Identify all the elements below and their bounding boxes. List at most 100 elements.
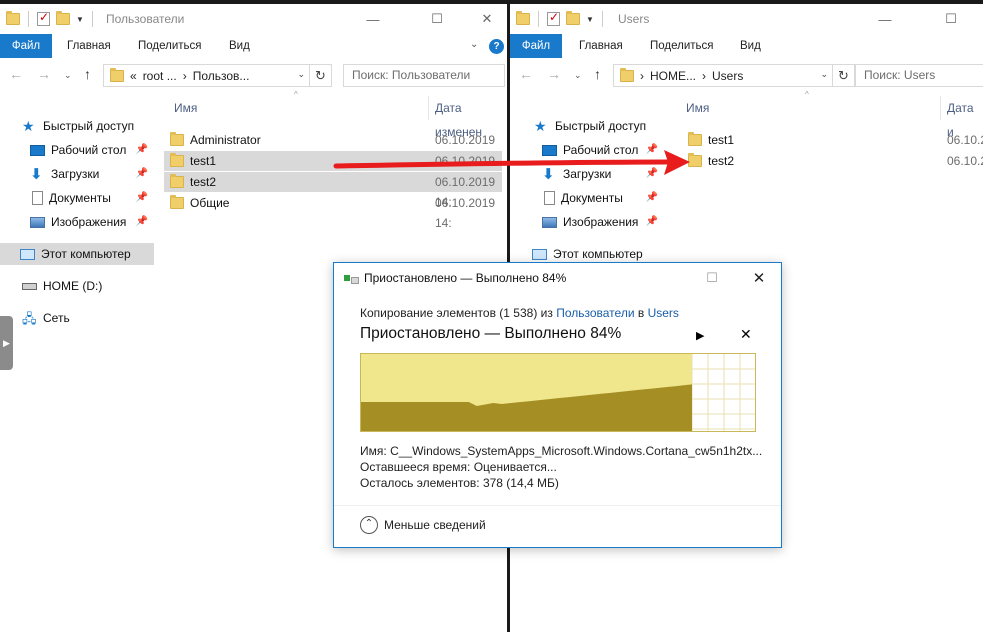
network-icon: 🖧	[22, 310, 37, 326]
sidebar-item-quick-access[interactable]: ★ Быстрый доступ	[0, 115, 154, 137]
new-folder-icon[interactable]	[566, 11, 580, 25]
copy-description: Копирование элементов (1 538) из Пользов…	[360, 306, 679, 320]
breadcrumb-root[interactable]: HOME...	[650, 69, 696, 83]
sidebar-item-this-pc[interactable]: Этот компьютер	[0, 243, 154, 265]
current-file-name: C__Windows_SystemApps_Microsoft.Windows.…	[390, 444, 763, 458]
sidebar-item-desktop[interactable]: Рабочий стол 📌	[0, 139, 154, 161]
forward-icon[interactable]: →	[547, 66, 561, 82]
sidebar-item-downloads[interactable]: ⬇ Загрузки 📌	[510, 163, 664, 185]
tab-view[interactable]: Вид	[728, 34, 773, 58]
tab-share[interactable]: Поделиться	[126, 34, 214, 58]
list-item[interactable]: test2	[688, 151, 734, 171]
folder-icon	[620, 67, 634, 82]
breadcrumb-root[interactable]: root ...	[143, 69, 177, 83]
minimize-button[interactable]: —	[350, 4, 396, 34]
back-icon[interactable]: ←	[9, 66, 23, 82]
pin-icon: 📌	[135, 168, 148, 179]
folder-icon	[170, 132, 184, 146]
chevron-right-icon: ›	[182, 68, 187, 83]
pin-icon: 📌	[135, 144, 148, 155]
column-header-name[interactable]: Имя	[174, 96, 197, 120]
maximize-button[interactable]: ☐	[414, 4, 460, 34]
source-link[interactable]: Пользователи	[556, 306, 634, 320]
address-row: ← → ⌄ ↑ › HOME... › Users ⌄ ↻ Поиск: Use…	[510, 62, 983, 88]
pin-icon: 📌	[645, 216, 658, 227]
chevron-down-icon[interactable]: ⌄	[820, 69, 828, 80]
document-icon	[544, 191, 555, 205]
star-icon: ★	[534, 118, 547, 134]
pin-icon: 📌	[135, 192, 148, 203]
refresh-icon[interactable]: ↻	[309, 65, 331, 86]
fewer-details-button[interactable]: ⌃ Меньше сведений	[360, 516, 486, 534]
sidebar-item-images[interactable]: Изображения 📌	[510, 211, 664, 233]
items-remaining-value: 378 (14,4 МБ)	[482, 476, 559, 490]
tab-home[interactable]: Главная	[567, 34, 635, 58]
breadcrumb-overflow[interactable]: «	[130, 69, 137, 83]
sidebar-item-quick-access[interactable]: ★ Быстрый доступ	[510, 115, 664, 137]
download-icon: ⬇	[30, 165, 43, 183]
quick-access-toolbar: ▼	[516, 10, 605, 27]
close-button[interactable]: ✕	[464, 4, 508, 34]
tab-view[interactable]: Вид	[217, 34, 262, 58]
navigation-pane: ★ Быстрый доступ Рабочий стол 📌 ⬇ Загруз…	[0, 100, 154, 632]
tab-file[interactable]: Файл	[0, 34, 52, 58]
computer-icon	[532, 248, 547, 260]
recent-locations-icon[interactable]: ⌄	[574, 70, 582, 81]
back-icon[interactable]: ←	[519, 66, 533, 82]
destination-link[interactable]: Users	[648, 306, 679, 320]
tab-file[interactable]: Файл	[510, 34, 562, 58]
minimize-button[interactable]: —	[862, 4, 908, 34]
recent-locations-icon[interactable]: ⌄	[64, 70, 72, 81]
download-icon: ⬇	[542, 165, 555, 183]
document-icon	[32, 191, 43, 205]
forward-icon[interactable]: →	[37, 66, 51, 82]
search-input[interactable]: Поиск: Пользователи	[343, 64, 505, 87]
column-header-name[interactable]: Имя	[686, 96, 709, 120]
search-input[interactable]: Поиск: Users	[855, 64, 983, 87]
side-panel-handle[interactable]: ▶	[0, 316, 13, 370]
chevron-up-icon: ⌃	[360, 516, 378, 534]
computer-icon	[20, 248, 35, 260]
drive-icon	[22, 282, 37, 290]
minimize-button[interactable]: ☐	[689, 263, 735, 293]
sidebar-item-drive-d[interactable]: HOME (D:)	[0, 275, 154, 297]
chevron-down-icon[interactable]: ⌄	[297, 69, 305, 80]
close-button[interactable]: ✕	[736, 263, 782, 293]
folder-icon	[6, 11, 20, 25]
sort-arrow-icon: ^	[805, 90, 809, 99]
help-icon[interactable]: ?	[489, 39, 504, 54]
refresh-icon[interactable]: ↻	[832, 65, 854, 86]
progress-status: Приостановлено — Выполнено 84%	[360, 325, 622, 342]
address-bar[interactable]: › HOME... › Users ⌄ ↻	[613, 64, 855, 87]
breadcrumb-current[interactable]: Пользов...	[193, 69, 250, 83]
tab-share[interactable]: Поделиться	[638, 34, 726, 58]
sidebar-item-network[interactable]: 🖧 Сеть	[0, 307, 154, 329]
new-folder-icon[interactable]	[56, 11, 70, 25]
address-row: ← → ⌄ ↑ « root ... › Пользов... ⌄ ↻ Поис…	[0, 62, 508, 88]
list-item[interactable]: test1	[688, 130, 734, 150]
column-header-date[interactable]: Дата изменен	[435, 96, 508, 139]
expand-ribbon-icon[interactable]: ⌄	[470, 39, 478, 50]
sidebar-item-documents[interactable]: Документы 📌	[510, 187, 664, 209]
properties-icon[interactable]	[547, 10, 560, 26]
cancel-icon[interactable]: ✕	[740, 326, 752, 343]
sidebar-item-downloads[interactable]: ⬇ Загрузки 📌	[0, 163, 154, 185]
address-bar[interactable]: « root ... › Пользов... ⌄ ↻	[103, 64, 332, 87]
tab-home[interactable]: Главная	[55, 34, 123, 58]
folder-icon	[688, 153, 702, 167]
sidebar-item-images[interactable]: Изображения 📌	[0, 211, 154, 233]
customize-toolbar-icon[interactable]: ▼	[586, 15, 594, 24]
chevron-right-icon: ›	[640, 68, 644, 83]
folder-icon	[688, 132, 702, 146]
breadcrumb-current[interactable]: Users	[712, 69, 743, 83]
up-icon[interactable]: ↑	[84, 66, 91, 82]
transfer-speed-graph	[360, 353, 756, 432]
maximize-button[interactable]: ☐	[928, 4, 974, 34]
resume-icon[interactable]: ▶	[696, 329, 704, 342]
column-header-date[interactable]: Дата и	[947, 96, 983, 139]
properties-icon[interactable]	[37, 10, 50, 26]
sidebar-item-documents[interactable]: Документы 📌	[0, 187, 154, 209]
sidebar-item-desktop[interactable]: Рабочий стол 📌	[510, 139, 664, 161]
up-icon[interactable]: ↑	[594, 66, 601, 82]
customize-toolbar-icon[interactable]: ▼	[76, 15, 84, 24]
